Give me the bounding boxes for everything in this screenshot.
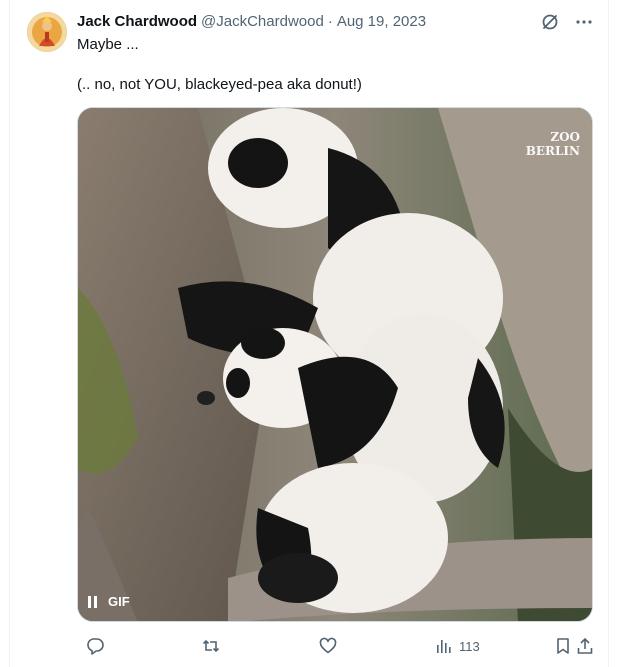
bookmark-icon [557, 638, 569, 654]
bookmark-button[interactable] [553, 636, 573, 656]
more-icon[interactable] [574, 12, 594, 32]
header-actions [540, 12, 594, 32]
avatar[interactable] [27, 12, 67, 52]
reply-button[interactable] [85, 636, 105, 656]
share-icon [577, 637, 593, 654]
retweet-icon [202, 639, 220, 653]
tweet-date[interactable]: Aug 19, 2023 [337, 13, 426, 30]
author-name[interactable]: Jack Chardwood [77, 13, 197, 30]
gif-media[interactable]: ZOO BERLIN GIF [77, 107, 593, 622]
author-handle[interactable]: @JackChardwood [201, 13, 324, 30]
views-button[interactable]: 113 [435, 636, 480, 656]
watermark-line-1: ZOO [550, 130, 580, 144]
like-icon [319, 637, 337, 654]
reply-icon [87, 638, 104, 655]
views-icon [437, 640, 451, 653]
watermark-line-2: BERLIN [525, 144, 580, 158]
like-button[interactable] [318, 636, 338, 656]
zoo-berlin-watermark: ZOO BERLIN [526, 130, 580, 158]
share-button[interactable] [575, 636, 595, 656]
tweet[interactable]: Jack Chardwood @JackChardwood · Aug 19, … [9, 0, 609, 667]
pause-icon[interactable] [88, 595, 100, 608]
avatar-image [27, 12, 67, 52]
panda-gif-image [78, 108, 592, 621]
tweet-text-line-1: Maybe ... [77, 36, 139, 53]
views-count: 113 [459, 638, 480, 654]
gif-badge[interactable]: GIF [88, 594, 130, 609]
tweet-text-line-2: (.. no, not YOU, blackeyed-pea aka donut… [77, 76, 362, 93]
gif-label: GIF [108, 594, 130, 609]
separator: · [327, 13, 333, 30]
grok-icon[interactable] [540, 12, 560, 32]
tweet-header: Jack Chardwood @JackChardwood · Aug 19, … [77, 13, 426, 33]
action-bar: 113 [77, 636, 593, 658]
retweet-button[interactable] [201, 636, 221, 656]
